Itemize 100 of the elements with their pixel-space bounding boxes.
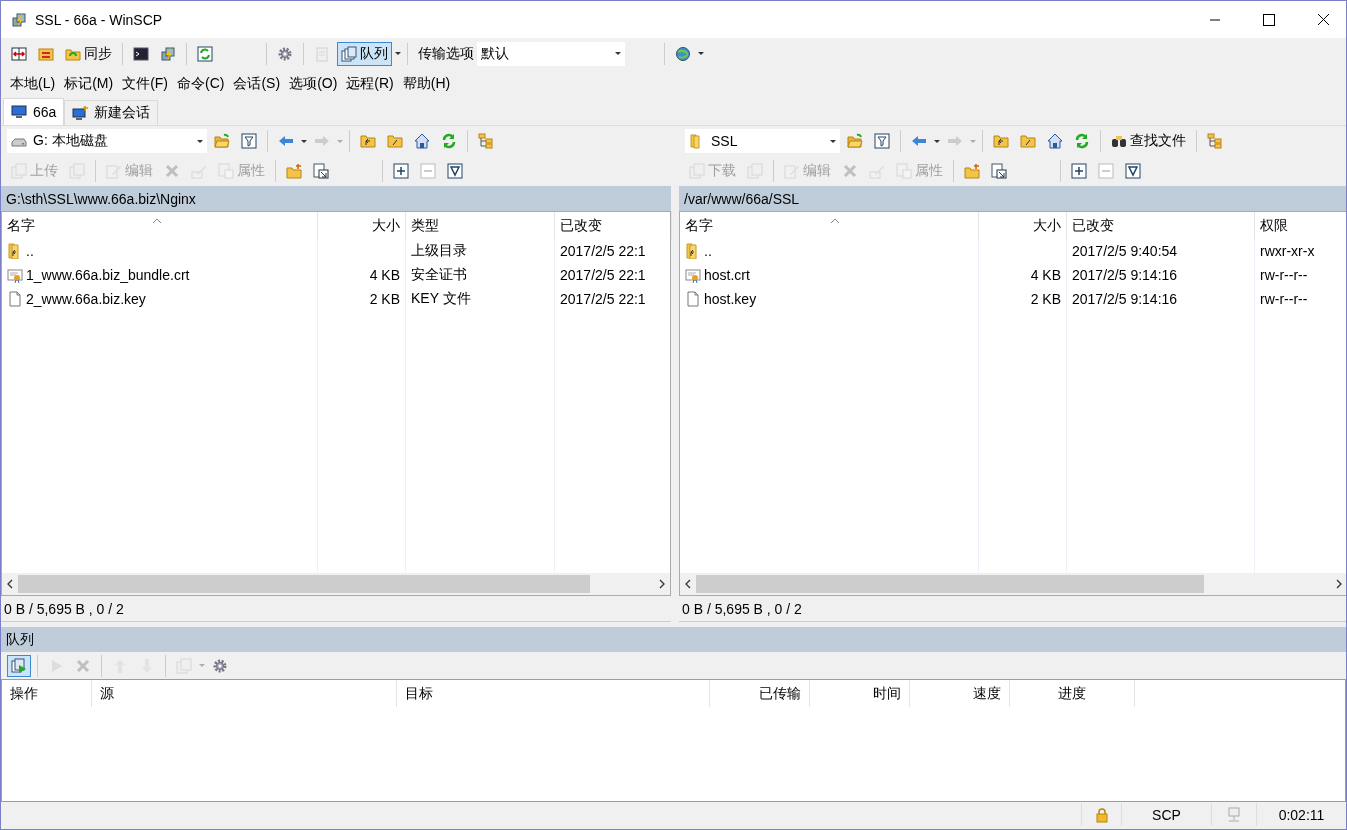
- file-cell: 2017/2/5 22:1: [560, 267, 646, 283]
- filter-icon: [874, 133, 890, 149]
- invert-icon: [1125, 163, 1141, 179]
- column-header[interactable]: 时间: [810, 680, 910, 707]
- filter-icon: [241, 133, 257, 149]
- menu-item[interactable]: 会话(S): [230, 73, 284, 95]
- queue-go-button[interactable]: [7, 654, 31, 677]
- queue-icon: [341, 45, 357, 62]
- caret-icon: [934, 139, 940, 143]
- location-dropdown[interactable]: SSL: [685, 129, 840, 153]
- file-icon: [685, 291, 701, 307]
- file-cell: 1_www.66a.biz_bundle.crt: [26, 267, 190, 283]
- transfer-settings-dropdown[interactable]: 默认: [477, 41, 625, 66]
- binoculars-icon: [1111, 133, 1127, 149]
- file-cell: host.crt: [704, 267, 750, 283]
- menu-item[interactable]: 本地(L): [7, 73, 59, 95]
- caret-icon: [830, 139, 836, 143]
- shortcut-icon: [313, 163, 329, 179]
- home-icon: [414, 133, 430, 149]
- selection-status: 0 B / 5,695 B , 0 / 2: [1, 596, 671, 622]
- rootdir-icon: [387, 133, 403, 149]
- column-header[interactable]: 名字: [2, 212, 318, 239]
- delete-icon: [164, 163, 180, 179]
- session-tab[interactable]: 新建会话: [64, 100, 159, 125]
- shortcut-icon: [991, 163, 1007, 179]
- app-icon: [11, 11, 27, 28]
- scrollbar-thumb[interactable]: [696, 575, 1204, 593]
- column-header[interactable]: 权限: [1255, 212, 1346, 239]
- path-bar: G:\sth\SSL\www.66a.biz\Nginx: [1, 186, 671, 211]
- column-header[interactable]: 操作: [2, 680, 92, 707]
- delete-icon: [842, 163, 858, 179]
- invert-icon: [447, 163, 463, 179]
- column-header[interactable]: 已传输: [710, 680, 810, 707]
- menu-item[interactable]: 帮助(H): [399, 73, 454, 95]
- synchronize-button[interactable]: 同步: [61, 41, 116, 66]
- certificate-icon: [7, 267, 23, 283]
- maximize-icon[interactable]: [1263, 13, 1275, 26]
- protocol-status: SCP: [1121, 803, 1211, 826]
- terminal-icon: [133, 45, 149, 62]
- column-header[interactable]: 速度: [910, 680, 1010, 707]
- back-icon: [278, 133, 294, 149]
- location-dropdown[interactable]: G: 本地磁盘: [7, 129, 207, 153]
- menu-item[interactable]: 选项(O): [286, 73, 341, 95]
- refresh-icon: [1074, 133, 1090, 149]
- menu-item[interactable]: 文件(F): [119, 73, 171, 95]
- file-cell: rwxr-xr-x: [1260, 243, 1315, 259]
- scrollbar-thumb[interactable]: [18, 575, 591, 593]
- caret-icon: [615, 52, 621, 55]
- caret-icon: [301, 139, 307, 143]
- column-header[interactable]: 进度: [1010, 680, 1135, 707]
- column-header[interactable]: 大小: [318, 212, 406, 239]
- column-header[interactable]: 名字: [680, 212, 979, 239]
- file-cell: 2017/2/5 22:1: [560, 243, 646, 259]
- session-tab[interactable]: 66a: [3, 98, 65, 125]
- forward-icon: [947, 133, 963, 149]
- caret-icon: [199, 664, 205, 667]
- scroll-right-icon: [1335, 578, 1343, 590]
- sort-ascending-icon: [152, 217, 162, 225]
- minimize-icon[interactable]: [1210, 18, 1220, 21]
- file-cell: 2 KB: [369, 291, 400, 307]
- column-header[interactable]: 类型: [406, 212, 555, 239]
- globe-icon: [675, 45, 691, 62]
- delete-icon: [75, 657, 91, 674]
- minus-icon: [420, 163, 436, 179]
- menu-item[interactable]: 远程(R): [343, 73, 397, 95]
- transfer-options-label: 传输选项: [418, 44, 474, 63]
- newfolder-icon: [286, 163, 302, 179]
- plus-icon: [393, 163, 409, 179]
- file-cell: 2017/2/5 9:14:16: [1072, 267, 1178, 283]
- column-header[interactable]: 大小: [979, 212, 1067, 239]
- column-header[interactable]: 源: [92, 680, 397, 707]
- tree-icon: [478, 133, 494, 149]
- file-cell: 2_www.66a.biz.key: [26, 291, 146, 307]
- column-header[interactable]: 目标: [397, 680, 710, 707]
- file-cell: 安全证书: [411, 266, 467, 284]
- menu-item[interactable]: 命令(C): [174, 73, 228, 95]
- plus-icon: [1071, 163, 1087, 179]
- sort-ascending-icon: [830, 217, 840, 225]
- file-cell: 2 KB: [1030, 291, 1061, 307]
- caret-icon: [698, 52, 704, 55]
- parentdir-icon: [993, 133, 1009, 149]
- file-cell: KEY 文件: [411, 290, 471, 308]
- close-icon[interactable]: [1317, 14, 1329, 25]
- file-cell: rw-r--r--: [1260, 267, 1308, 283]
- gear-icon: [277, 45, 293, 62]
- queue-button[interactable]: 队列: [337, 41, 392, 66]
- parentdir-icon: [360, 133, 376, 149]
- network-icon: [1226, 806, 1242, 823]
- menu-item[interactable]: 标记(M): [61, 73, 117, 95]
- column-header[interactable]: 已改变: [555, 212, 672, 239]
- file-icon: [7, 291, 23, 307]
- scroll-right-icon: [658, 578, 666, 590]
- sync-icon: [38, 45, 54, 62]
- clipboard-icon: [314, 45, 330, 62]
- column-header[interactable]: 已改变: [1067, 212, 1255, 239]
- find-files-button[interactable]: 查找文件: [1107, 129, 1190, 153]
- caret-icon: [337, 139, 343, 143]
- caret-icon: [970, 139, 976, 143]
- caret-icon: [197, 139, 203, 143]
- openfolder-icon: [214, 133, 230, 149]
